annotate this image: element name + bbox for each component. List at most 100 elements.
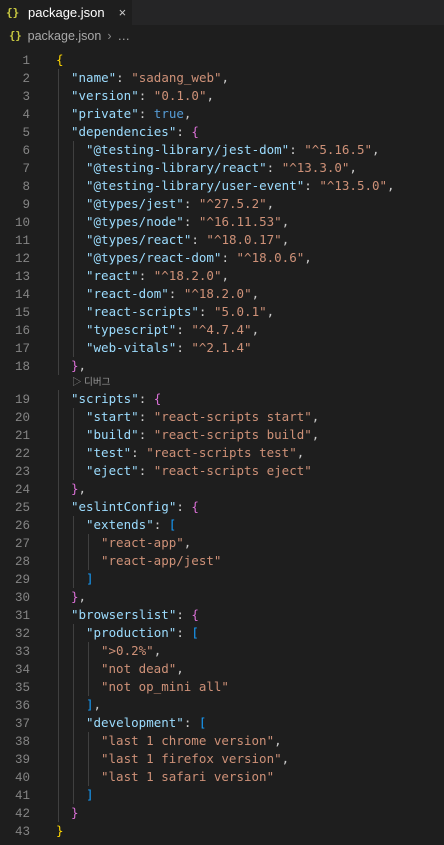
code-line[interactable]: 22 "test": "react-scripts test", — [0, 444, 444, 462]
code-content: "production": [ — [86, 624, 199, 642]
code-token: "eslintConfig" — [71, 499, 177, 514]
breadcrumb-file[interactable]: package.json — [28, 29, 102, 43]
indent-guide — [73, 426, 74, 444]
code-line[interactable]: 38 "last 1 chrome version", — [0, 732, 444, 750]
code-token: , — [266, 304, 275, 319]
code-token: : — [176, 625, 192, 640]
code-line[interactable]: 33 ">0.2%", — [0, 642, 444, 660]
indent-guide — [88, 534, 89, 552]
code-line[interactable]: 23 "eject": "react-scripts eject" — [0, 462, 444, 480]
line-number: 5 — [22, 126, 30, 140]
code-line[interactable]: 43} — [0, 822, 444, 840]
tab-title: package.json — [28, 5, 105, 20]
code-content: "@types/react": "^18.0.17", — [86, 231, 289, 249]
code-line[interactable]: 8 "@testing-library/user-event": "^13.5.0… — [0, 177, 444, 195]
indent-guide — [88, 732, 89, 750]
code-line[interactable]: 21 "build": "react-scripts build", — [0, 426, 444, 444]
code-line[interactable]: 16 "typescript": "^4.7.4", — [0, 321, 444, 339]
code-token: "typescript" — [86, 322, 177, 337]
code-line[interactable]: 3 "version": "0.1.0", — [0, 87, 444, 105]
code-line[interactable]: 32 "production": [ — [0, 624, 444, 642]
line-number: 30 — [14, 591, 30, 605]
code-line[interactable]: 1{ — [0, 51, 444, 69]
code-line[interactable]: 7 "@testing-library/react": "^13.3.0", — [0, 159, 444, 177]
code-content: ] — [86, 786, 94, 804]
code-token: "react-dom" — [86, 286, 169, 301]
code-token: , — [311, 427, 320, 442]
code-line[interactable]: 11 "@types/react": "^18.0.17", — [0, 231, 444, 249]
line-number: 11 — [14, 234, 30, 248]
breadcrumb: {} package.json › … — [0, 25, 444, 47]
tab-package-json[interactable]: {} package.json × — [0, 0, 132, 25]
code-line[interactable]: 37 "development": [ — [0, 714, 444, 732]
code-token: "^18.0.17" — [206, 232, 282, 247]
code-token: , — [206, 88, 215, 103]
code-token: "version" — [71, 88, 139, 103]
code-line[interactable]: 13 "react": "^18.2.0", — [0, 267, 444, 285]
code-token: [ — [198, 715, 207, 730]
line-number: 28 — [14, 555, 30, 569]
code-line[interactable]: 40 "last 1 safari version" — [0, 768, 444, 786]
indent-guide — [58, 390, 59, 408]
code-token: ] — [86, 571, 94, 586]
code-line[interactable]: 2 "name": "sadang_web", — [0, 69, 444, 87]
code-line[interactable]: 34 "not dead", — [0, 660, 444, 678]
code-token: : — [138, 391, 154, 406]
chevron-right-icon: › — [107, 29, 112, 43]
code-token: , — [221, 70, 230, 85]
code-line[interactable]: 15 "react-scripts": "5.0.1", — [0, 303, 444, 321]
code-token: , — [281, 214, 290, 229]
code-line[interactable]: 19 "scripts": { — [0, 390, 444, 408]
code-content: "@testing-library/jest-dom": "^5.16.5", — [86, 141, 380, 159]
code-line[interactable]: 4 "private": true, — [0, 105, 444, 123]
debug-codelens[interactable]: ▷ 디버그 — [0, 375, 444, 390]
indent-guide — [73, 408, 74, 426]
code-content: "last 1 firefox version", — [101, 750, 289, 768]
line-number: 7 — [22, 162, 30, 176]
code-line[interactable]: 36], — [0, 696, 444, 714]
code-content: "not op_mini all" — [101, 678, 229, 696]
code-token: : — [138, 463, 154, 478]
code-token: : — [176, 340, 192, 355]
code-line[interactable]: 30}, — [0, 588, 444, 606]
code-line[interactable]: 26 "extends": [ — [0, 516, 444, 534]
code-token: "react" — [86, 268, 139, 283]
code-line[interactable]: 24}, — [0, 480, 444, 498]
code-line[interactable]: 25 "eslintConfig": { — [0, 498, 444, 516]
code-line[interactable]: 29] — [0, 570, 444, 588]
code-line[interactable]: 35 "not op_mini all" — [0, 678, 444, 696]
code-line[interactable]: 28 "react-app/jest" — [0, 552, 444, 570]
code-line[interactable]: 39 "last 1 firefox version", — [0, 750, 444, 768]
line-number: 34 — [14, 663, 30, 677]
code-content: ">0.2%", — [101, 642, 161, 660]
code-token: "^2.1.4" — [191, 340, 252, 355]
breadcrumb-more[interactable]: … — [118, 29, 131, 43]
code-editor[interactable]: 1{2 "name": "sadang_web", 3 "version": "0.1… — [0, 51, 444, 840]
code-line[interactable]: 14 "react-dom": "^18.2.0", — [0, 285, 444, 303]
code-line[interactable]: 6 "@testing-library/jest-dom": "^5.16.5", — [0, 141, 444, 159]
code-token: , — [183, 106, 192, 121]
indent-guide — [73, 516, 74, 534]
code-content: "@testing-library/user-event": "^13.5.0"… — [86, 177, 395, 195]
code-line[interactable]: 20 "start": "react-scripts start", — [0, 408, 444, 426]
code-line[interactable]: 18}, — [0, 357, 444, 375]
indent-guide — [73, 732, 74, 750]
code-line[interactable]: 17 "web-vitals": "^2.1.4" — [0, 339, 444, 357]
code-line[interactable]: 12 "@types/react-dom": "^18.0.6", — [0, 249, 444, 267]
code-token: } — [71, 805, 79, 820]
code-token: , — [387, 178, 395, 193]
code-line[interactable]: 41] — [0, 786, 444, 804]
indent-guide — [58, 642, 59, 660]
code-line[interactable]: 42} — [0, 804, 444, 822]
code-token: "eject" — [86, 463, 139, 478]
indent-guide — [58, 426, 59, 444]
code-line[interactable]: 27 "react-app", — [0, 534, 444, 552]
indent-guide — [73, 786, 74, 804]
code-line[interactable]: 9 "@types/jest": "^27.5.2", — [0, 195, 444, 213]
indent-guide — [73, 177, 74, 195]
code-line[interactable]: 10 "@types/node": "^16.11.53", — [0, 213, 444, 231]
close-icon[interactable]: × — [119, 5, 127, 20]
code-token: true — [153, 106, 184, 121]
code-line[interactable]: 5 "dependencies": { — [0, 123, 444, 141]
code-line[interactable]: 31 "browserslist": { — [0, 606, 444, 624]
